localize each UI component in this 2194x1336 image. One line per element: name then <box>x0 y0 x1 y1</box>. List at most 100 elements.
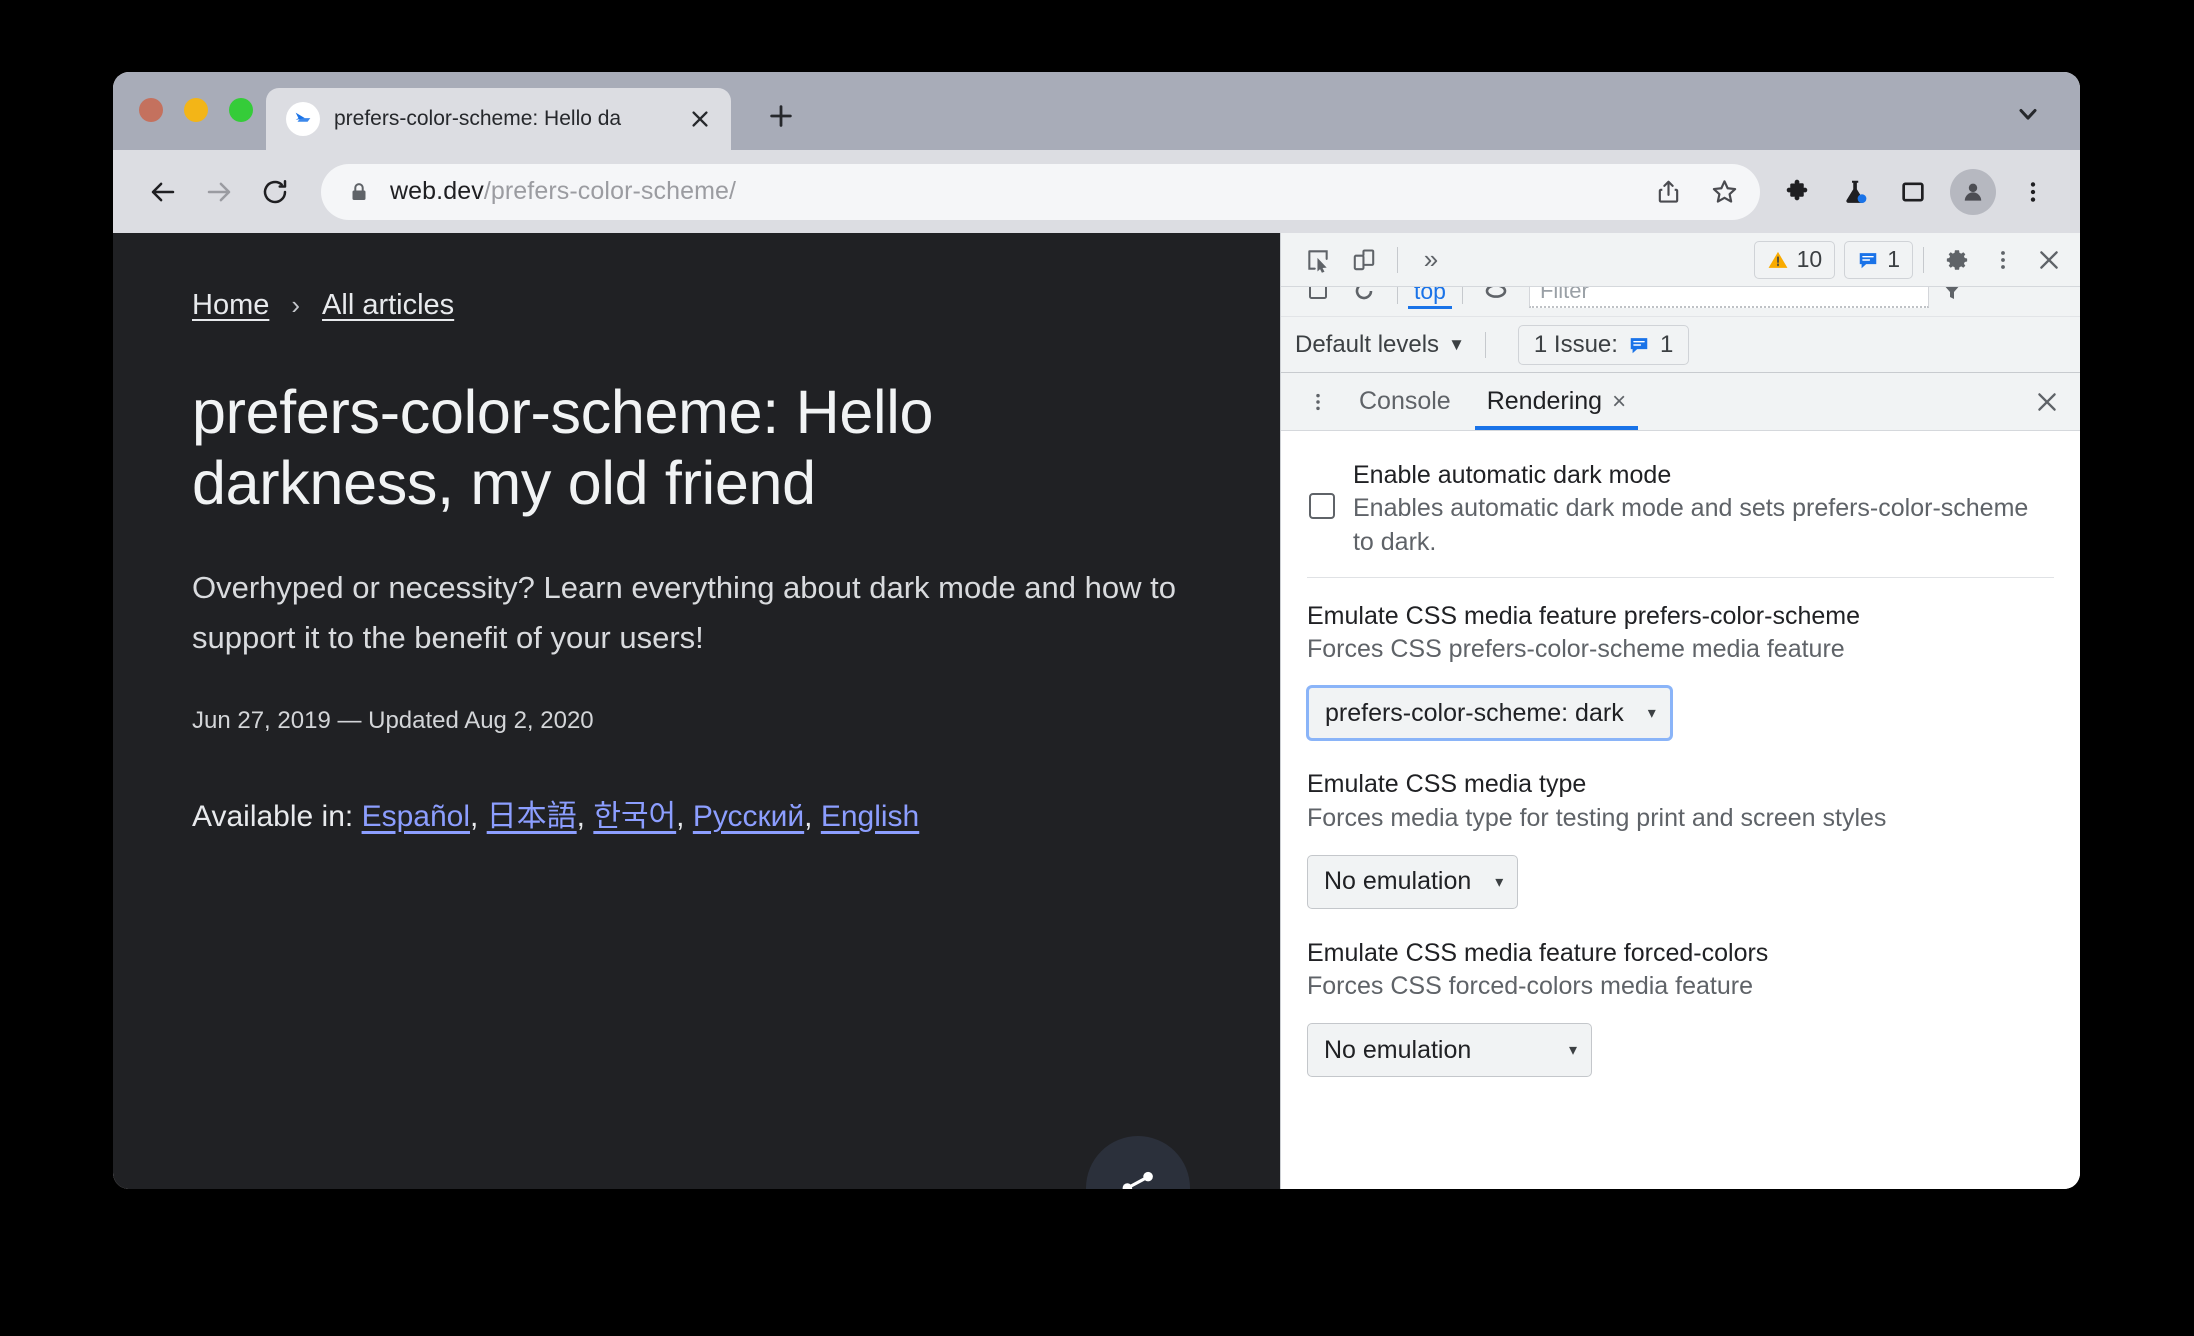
setting-title: Enable automatic dark mode <box>1352 461 1672 489</box>
tab-rendering-label: Rendering <box>1486 387 1603 415</box>
reload-icon[interactable] <box>247 164 303 220</box>
page-lede: Overhyped or necessity? Learn everything… <box>192 569 1176 655</box>
issue-count: 1 <box>1887 246 1900 272</box>
eye-icon[interactable] <box>1473 287 1519 313</box>
breadcrumb-home[interactable]: Home <box>192 289 269 322</box>
new-tab-button[interactable] <box>758 93 804 139</box>
tab-rendering[interactable]: Rendering × <box>1469 373 1644 430</box>
forced-colors-select[interactable]: No emulation ▾ <box>1306 1023 1592 1078</box>
setting-description: Forces media type for testing print and … <box>1306 803 1887 832</box>
profile-avatar-icon[interactable] <box>1950 168 1996 215</box>
inspect-element-icon[interactable] <box>1295 238 1341 282</box>
setting-emulate-css-media-type: Emulate CSS media type Forces media type… <box>1306 758 2054 927</box>
back-arrow-icon[interactable] <box>135 164 191 220</box>
tab-title: prefers-color-scheme: Hello da <box>334 107 622 130</box>
device-toolbar-icon[interactable] <box>1341 238 1387 282</box>
default-levels-dropdown[interactable]: Default levels ▼ <box>1295 331 1465 359</box>
setting-title: Emulate CSS media feature forced-colors <box>1306 938 1769 967</box>
lang-link-ru[interactable]: Русский <box>693 800 804 833</box>
lang-link-ja[interactable]: 日本語 <box>487 800 577 833</box>
breadcrumb: Home › All articles <box>192 289 1280 322</box>
close-icon[interactable] <box>2026 238 2072 282</box>
chevron-down-icon: ▾ <box>1647 705 1656 723</box>
console-filter-input[interactable]: Filter <box>1528 287 1929 308</box>
address-bar[interactable]: web.dev/prefers-color-scheme/ <box>321 163 1760 220</box>
default-levels-label: Default levels <box>1294 330 1440 358</box>
three-dot-menu-icon[interactable] <box>2004 164 2062 220</box>
issue-message-icon <box>1628 334 1650 356</box>
publish-dates: Jun 27, 2019 — Updated Aug 2, 2020 <box>192 707 594 735</box>
side-panel-icon[interactable] <box>1884 164 1942 220</box>
css-media-type-select[interactable]: No emulation ▾ <box>1306 854 1519 909</box>
setting-emulate-prefers-color-scheme: Emulate CSS media feature prefers-color-… <box>1306 576 2054 759</box>
console-context-selector[interactable]: top <box>1407 287 1452 309</box>
extensions-puzzle-icon[interactable] <box>1768 164 1826 220</box>
overflow-chevrons-icon[interactable]: » <box>1408 238 1454 282</box>
devtools-toolbar: » 10 1 <box>1280 233 2080 287</box>
select-value: No emulation <box>1323 1035 1472 1064</box>
three-dot-menu-icon[interactable] <box>1980 238 2026 282</box>
prefers-color-scheme-select[interactable]: prefers-color-scheme: dark ▾ <box>1306 686 1672 741</box>
filter-funnel-icon[interactable] <box>1929 287 1975 313</box>
browser-tab[interactable]: prefers-color-scheme: Hello da <box>266 88 731 150</box>
setting-enable-automatic-dark-mode: Enable automatic dark mode Enables autom… <box>1307 449 2054 577</box>
devtools-panel: » 10 1 top Filter Default levels ▼ 1 Iss… <box>1279 233 2080 1189</box>
automatic-dark-mode-checkbox[interactable] <box>1308 493 1335 519</box>
setting-title: Emulate CSS media type <box>1306 770 1587 799</box>
chevron-down-icon: ▾ <box>1495 873 1504 891</box>
toolbar-divider-2 <box>1923 246 1924 273</box>
select-value: No emulation <box>1323 867 1472 896</box>
minimize-window-button[interactable] <box>184 98 208 122</box>
breadcrumb-all-articles[interactable]: All articles <box>322 289 454 322</box>
lang-link-en[interactable]: English <box>821 800 919 833</box>
three-dot-menu-icon[interactable] <box>1295 380 1341 424</box>
tab-console[interactable]: Console <box>1341 373 1469 430</box>
share-icon[interactable] <box>1085 1136 1190 1189</box>
share-upload-icon[interactable] <box>1640 164 1696 220</box>
refresh-icon[interactable] <box>1341 287 1387 313</box>
gear-icon[interactable] <box>1934 238 1980 282</box>
close-window-button[interactable] <box>139 98 163 122</box>
url-domain: web.dev <box>390 177 484 205</box>
setting-title: Emulate CSS media feature prefers-color-… <box>1306 601 1860 630</box>
forward-arrow-icon[interactable] <box>191 164 247 220</box>
issues-summary-button[interactable]: 1 Issue: 1 <box>1517 324 1690 365</box>
clear-console-icon[interactable] <box>1295 287 1341 313</box>
close-icon[interactable]: × <box>1612 388 1626 416</box>
webdev-logo-icon <box>286 102 320 136</box>
levels-divider <box>1484 331 1486 358</box>
select-value: prefers-color-scheme: dark <box>1324 698 1624 727</box>
console-levels-row: Default levels ▼ 1 Issue: 1 <box>1280 317 2080 373</box>
maximize-window-button[interactable] <box>229 98 253 122</box>
setting-description: Forces CSS prefers-color-scheme media fe… <box>1306 635 1845 663</box>
warning-count: 10 <box>1796 246 1823 272</box>
toolbar-divider <box>1396 246 1398 273</box>
close-icon[interactable] <box>2024 380 2070 424</box>
available-label: Available in: <box>192 800 354 834</box>
filter-placeholder: Filter <box>1539 287 1589 303</box>
console-divider <box>1396 287 1398 304</box>
experiments-flask-icon[interactable] <box>1826 164 1884 220</box>
lang-link-es[interactable]: Español <box>362 800 470 833</box>
lock-icon <box>347 180 371 204</box>
console-divider-2 <box>1461 287 1463 304</box>
star-icon[interactable] <box>1696 164 1752 220</box>
setting-description: Forces CSS forced-colors media feature <box>1306 972 1753 1000</box>
issue-message-icon <box>1857 249 1879 271</box>
warning-count-button[interactable]: 10 <box>1753 240 1836 279</box>
tab-strip: prefers-color-scheme: Hello da <box>113 72 2080 150</box>
issue-count-button[interactable]: 1 <box>1844 240 1913 279</box>
close-icon[interactable] <box>685 104 715 134</box>
chevron-down-icon: ▾ <box>1568 1042 1577 1060</box>
available-languages: Available in: Español, 日本語, 한국어, Русский… <box>192 800 920 834</box>
url-text: web.dev/prefers-color-scheme/ <box>390 177 1640 206</box>
console-toolbar-clipped: top Filter <box>1280 287 2080 317</box>
setting-description: Enables automatic dark mode and sets pre… <box>1352 494 2029 556</box>
window-traffic-lights <box>139 98 253 122</box>
tab-console-label: Console <box>1358 387 1451 415</box>
web-page-content: Home › All articles prefers-color-scheme… <box>113 233 1280 1189</box>
url-path: /prefers-color-scheme/ <box>483 177 737 205</box>
lang-link-ko[interactable]: 한국어 <box>593 800 676 833</box>
chevron-down-icon[interactable] <box>2006 92 2050 136</box>
viewport: Home › All articles prefers-color-scheme… <box>113 233 2080 1189</box>
